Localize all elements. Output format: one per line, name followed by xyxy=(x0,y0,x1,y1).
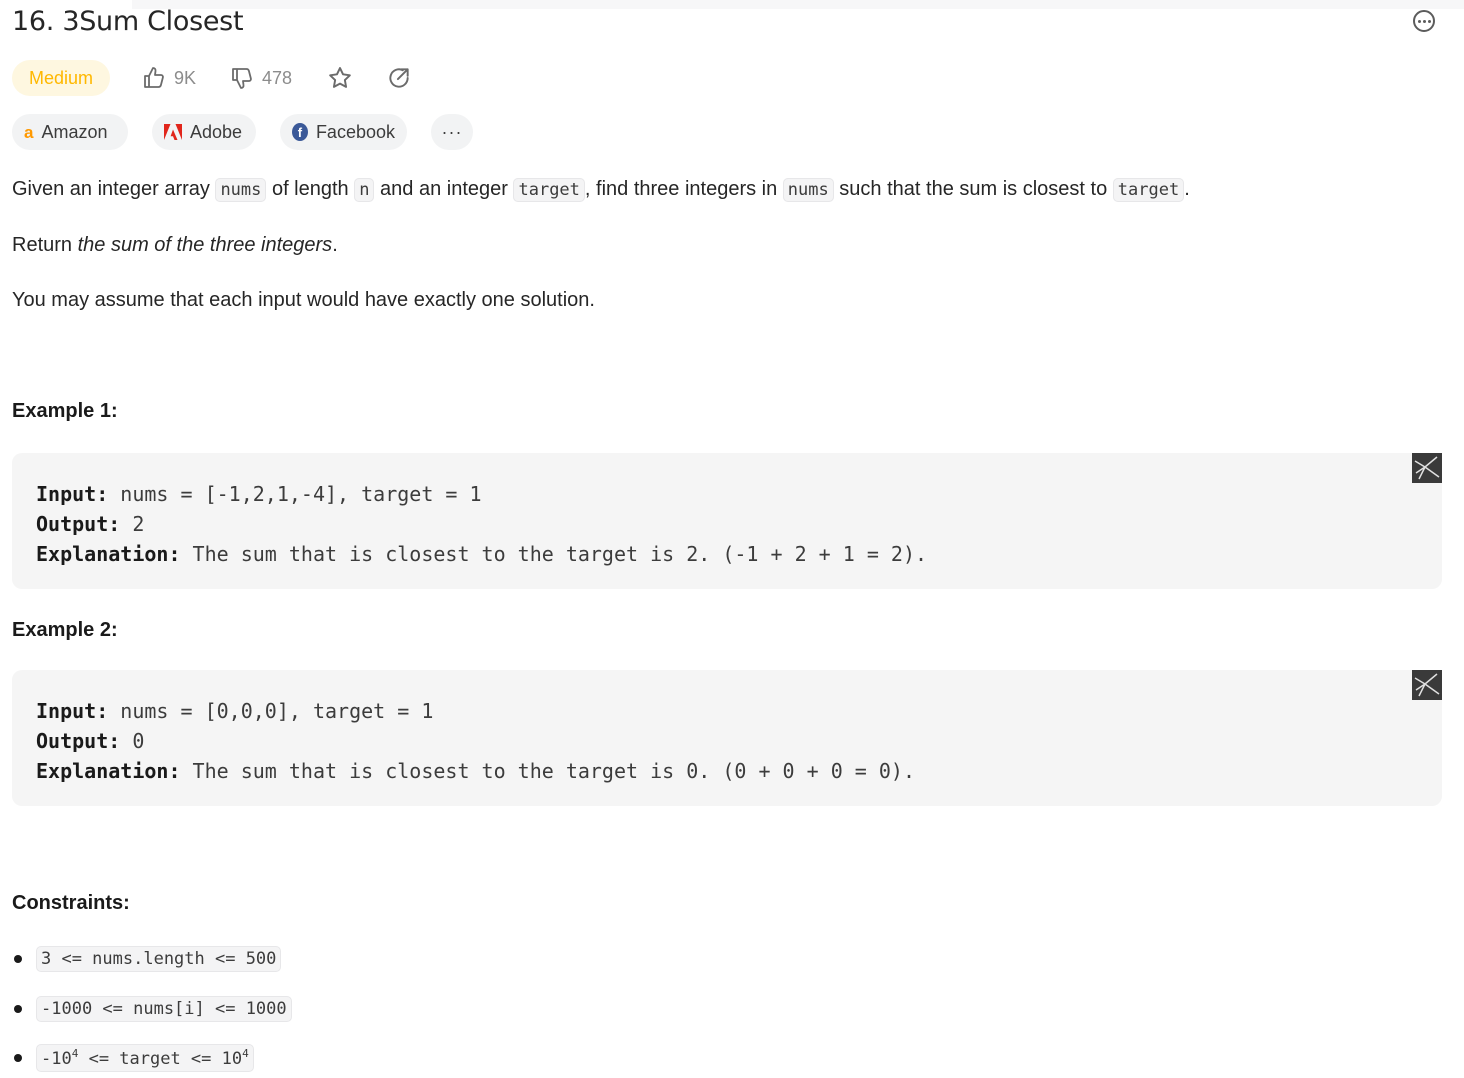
constraint-code: -1000 <= nums[i] <= 1000 xyxy=(36,996,292,1022)
more-companies-button[interactable]: ··· xyxy=(431,114,473,150)
constraint-item: -1000 <= nums[i] <= 1000 xyxy=(12,994,292,1024)
dislike-button[interactable]: 478 xyxy=(230,60,292,96)
description-paragraph-1: Given an integer array nums of length n … xyxy=(12,178,1190,202)
constraint-item: -104 <= target <= 104 xyxy=(12,1043,254,1073)
dislike-count: 478 xyxy=(262,67,293,88)
company-tag-facebook[interactable]: f Facebook xyxy=(280,114,407,150)
example-1-block: Input: nums = [-1,2,1,-4], target = 1 Ou… xyxy=(12,453,1442,589)
company-tag-label: Amazon xyxy=(41,121,108,142)
top-strip xyxy=(132,0,1464,9)
inline-code: target xyxy=(1112,178,1185,202)
example-explanation: Explanation: The sum that is closest to … xyxy=(36,759,916,783)
thumbs-down-icon xyxy=(232,68,252,89)
favorite-button[interactable] xyxy=(322,60,358,96)
like-button[interactable]: 9K xyxy=(142,60,196,96)
more-options-icon[interactable] xyxy=(1413,10,1435,32)
share-icon xyxy=(389,68,409,88)
adobe-icon xyxy=(164,124,182,140)
inline-code: nums xyxy=(782,178,834,202)
example-output: Output: 0 xyxy=(36,729,145,753)
amazon-icon: a xyxy=(24,122,34,142)
inline-code: n xyxy=(354,178,375,202)
example-output: Output: 2 xyxy=(36,512,145,536)
bullet xyxy=(14,1005,22,1013)
company-tag-label: Adobe xyxy=(190,121,243,142)
constraint-code: 3 <= nums.length <= 500 xyxy=(36,946,282,972)
inline-code: nums xyxy=(215,178,267,202)
company-tag-amazon[interactable]: a Amazon xyxy=(12,114,128,150)
description-paragraph-2: Return the sum of the three integers. xyxy=(12,234,338,256)
inline-code: target xyxy=(513,178,585,202)
constraints-heading: Constraints: xyxy=(12,892,130,914)
share-button[interactable] xyxy=(381,60,417,96)
problem-meta: Medium 9K 478 xyxy=(12,60,432,96)
like-count: 9K xyxy=(174,67,197,88)
visualize-icon[interactable] xyxy=(1412,670,1442,700)
facebook-icon: f xyxy=(292,123,308,141)
bullet xyxy=(14,1054,22,1062)
example-2-block: Input: nums = [0,0,0], target = 1 Output… xyxy=(12,670,1442,806)
star-icon xyxy=(329,67,351,88)
visualize-icon[interactable] xyxy=(1412,453,1442,483)
company-tag-adobe[interactable]: Adobe xyxy=(152,114,256,150)
example-2-heading: Example 2: xyxy=(12,619,118,641)
constraint-item: 3 <= nums.length <= 500 xyxy=(12,944,282,974)
example-explanation: Explanation: The sum that is closest to … xyxy=(36,542,928,566)
company-tags: a Amazon Adobe f Facebook ··· xyxy=(12,114,492,150)
problem-title: 16. 3Sum Closest xyxy=(12,6,244,37)
description-paragraph-3: You may assume that each input would hav… xyxy=(12,289,595,311)
example-input: Input: nums = [-1,2,1,-4], target = 1 xyxy=(36,482,482,506)
difficulty-badge: Medium xyxy=(12,60,110,96)
constraint-code: -104 <= target <= 104 xyxy=(36,1044,254,1072)
example-1-heading: Example 1: xyxy=(12,400,118,422)
example-input: Input: nums = [0,0,0], target = 1 xyxy=(36,699,434,723)
thumbs-up-icon xyxy=(144,67,164,88)
bullet xyxy=(14,955,22,963)
company-tag-label: Facebook xyxy=(315,121,395,142)
more-icon: ··· xyxy=(441,122,463,142)
